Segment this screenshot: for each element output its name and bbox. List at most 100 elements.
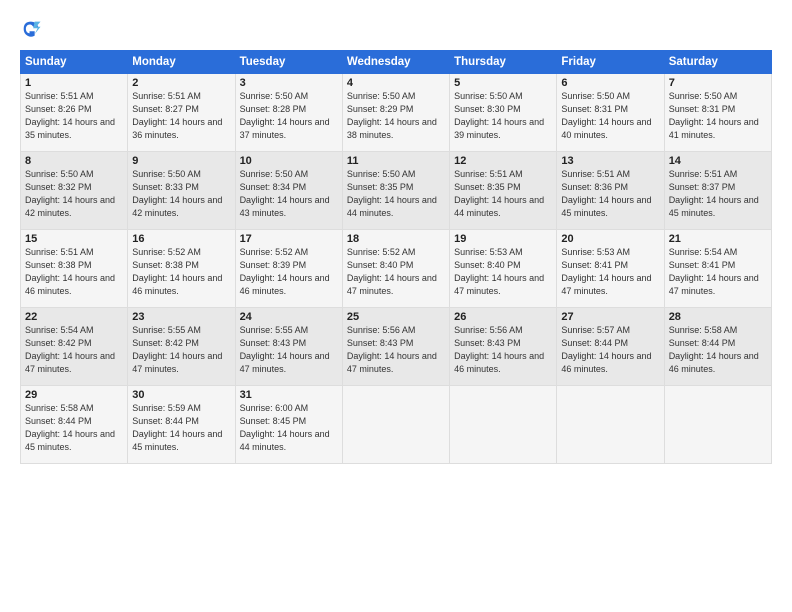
calendar-cell: 24Sunrise: 5:55 AMSunset: 8:43 PMDayligh… [235,308,342,386]
cell-details: Sunrise: 5:51 AMSunset: 8:38 PMDaylight:… [25,246,123,298]
calendar-cell: 16Sunrise: 5:52 AMSunset: 8:38 PMDayligh… [128,230,235,308]
header-sunday: Sunday [21,51,128,74]
cell-details: Sunrise: 5:56 AMSunset: 8:43 PMDaylight:… [347,324,445,376]
header-monday: Monday [128,51,235,74]
header [20,18,772,40]
day-number: 11 [347,155,445,167]
cell-details: Sunrise: 6:00 AMSunset: 8:45 PMDaylight:… [240,402,338,454]
header-saturday: Saturday [664,51,771,74]
day-number: 5 [454,77,552,89]
header-friday: Friday [557,51,664,74]
calendar-cell: 9Sunrise: 5:50 AMSunset: 8:33 PMDaylight… [128,152,235,230]
day-number: 28 [669,311,767,323]
calendar-cell: 11Sunrise: 5:50 AMSunset: 8:35 PMDayligh… [342,152,449,230]
calendar-cell: 2Sunrise: 5:51 AMSunset: 8:27 PMDaylight… [128,74,235,152]
cell-details: Sunrise: 5:51 AMSunset: 8:26 PMDaylight:… [25,90,123,142]
cell-details: Sunrise: 5:56 AMSunset: 8:43 PMDaylight:… [454,324,552,376]
cell-details: Sunrise: 5:52 AMSunset: 8:39 PMDaylight:… [240,246,338,298]
cell-details: Sunrise: 5:53 AMSunset: 8:41 PMDaylight:… [561,246,659,298]
day-number: 25 [347,311,445,323]
calendar-cell [664,386,771,464]
calendar-cell: 23Sunrise: 5:55 AMSunset: 8:42 PMDayligh… [128,308,235,386]
day-number: 7 [669,77,767,89]
cell-details: Sunrise: 5:51 AMSunset: 8:27 PMDaylight:… [132,90,230,142]
day-number: 3 [240,77,338,89]
cell-details: Sunrise: 5:50 AMSunset: 8:31 PMDaylight:… [561,90,659,142]
cell-details: Sunrise: 5:50 AMSunset: 8:28 PMDaylight:… [240,90,338,142]
calendar-cell: 28Sunrise: 5:58 AMSunset: 8:44 PMDayligh… [664,308,771,386]
cell-details: Sunrise: 5:52 AMSunset: 8:38 PMDaylight:… [132,246,230,298]
calendar-cell: 8Sunrise: 5:50 AMSunset: 8:32 PMDaylight… [21,152,128,230]
day-number: 27 [561,311,659,323]
cell-details: Sunrise: 5:54 AMSunset: 8:41 PMDaylight:… [669,246,767,298]
day-number: 1 [25,77,123,89]
header-wednesday: Wednesday [342,51,449,74]
header-thursday: Thursday [450,51,557,74]
day-number: 23 [132,311,230,323]
calendar-page: SundayMondayTuesdayWednesdayThursdayFrid… [0,0,792,612]
day-number: 15 [25,233,123,245]
calendar-cell: 19Sunrise: 5:53 AMSunset: 8:40 PMDayligh… [450,230,557,308]
cell-details: Sunrise: 5:58 AMSunset: 8:44 PMDaylight:… [25,402,123,454]
calendar-cell: 20Sunrise: 5:53 AMSunset: 8:41 PMDayligh… [557,230,664,308]
calendar-cell: 18Sunrise: 5:52 AMSunset: 8:40 PMDayligh… [342,230,449,308]
calendar-body: 1Sunrise: 5:51 AMSunset: 8:26 PMDaylight… [21,74,772,464]
day-number: 13 [561,155,659,167]
logo [20,18,46,40]
day-number: 29 [25,389,123,401]
cell-details: Sunrise: 5:51 AMSunset: 8:36 PMDaylight:… [561,168,659,220]
calendar-header: SundayMondayTuesdayWednesdayThursdayFrid… [21,51,772,74]
calendar-cell: 3Sunrise: 5:50 AMSunset: 8:28 PMDaylight… [235,74,342,152]
day-number: 9 [132,155,230,167]
calendar-cell: 14Sunrise: 5:51 AMSunset: 8:37 PMDayligh… [664,152,771,230]
cell-details: Sunrise: 5:55 AMSunset: 8:43 PMDaylight:… [240,324,338,376]
cell-details: Sunrise: 5:50 AMSunset: 8:29 PMDaylight:… [347,90,445,142]
calendar-cell: 22Sunrise: 5:54 AMSunset: 8:42 PMDayligh… [21,308,128,386]
calendar-cell: 27Sunrise: 5:57 AMSunset: 8:44 PMDayligh… [557,308,664,386]
calendar-cell [342,386,449,464]
day-number: 26 [454,311,552,323]
day-number: 10 [240,155,338,167]
day-number: 20 [561,233,659,245]
day-number: 12 [454,155,552,167]
cell-details: Sunrise: 5:50 AMSunset: 8:31 PMDaylight:… [669,90,767,142]
day-number: 8 [25,155,123,167]
day-number: 24 [240,311,338,323]
day-number: 22 [25,311,123,323]
calendar-cell [557,386,664,464]
week-row-4: 22Sunrise: 5:54 AMSunset: 8:42 PMDayligh… [21,308,772,386]
week-row-5: 29Sunrise: 5:58 AMSunset: 8:44 PMDayligh… [21,386,772,464]
calendar-cell: 17Sunrise: 5:52 AMSunset: 8:39 PMDayligh… [235,230,342,308]
cell-details: Sunrise: 5:57 AMSunset: 8:44 PMDaylight:… [561,324,659,376]
calendar-cell: 26Sunrise: 5:56 AMSunset: 8:43 PMDayligh… [450,308,557,386]
day-number: 19 [454,233,552,245]
cell-details: Sunrise: 5:50 AMSunset: 8:32 PMDaylight:… [25,168,123,220]
calendar-cell [450,386,557,464]
day-number: 30 [132,389,230,401]
cell-details: Sunrise: 5:54 AMSunset: 8:42 PMDaylight:… [25,324,123,376]
day-number: 2 [132,77,230,89]
calendar-cell: 7Sunrise: 5:50 AMSunset: 8:31 PMDaylight… [664,74,771,152]
cell-details: Sunrise: 5:53 AMSunset: 8:40 PMDaylight:… [454,246,552,298]
cell-details: Sunrise: 5:52 AMSunset: 8:40 PMDaylight:… [347,246,445,298]
calendar-cell: 6Sunrise: 5:50 AMSunset: 8:31 PMDaylight… [557,74,664,152]
cell-details: Sunrise: 5:50 AMSunset: 8:30 PMDaylight:… [454,90,552,142]
header-row: SundayMondayTuesdayWednesdayThursdayFrid… [21,51,772,74]
calendar-cell: 30Sunrise: 5:59 AMSunset: 8:44 PMDayligh… [128,386,235,464]
week-row-1: 1Sunrise: 5:51 AMSunset: 8:26 PMDaylight… [21,74,772,152]
logo-icon [20,18,42,40]
calendar-table: SundayMondayTuesdayWednesdayThursdayFrid… [20,50,772,464]
day-number: 4 [347,77,445,89]
day-number: 14 [669,155,767,167]
calendar-cell: 4Sunrise: 5:50 AMSunset: 8:29 PMDaylight… [342,74,449,152]
cell-details: Sunrise: 5:55 AMSunset: 8:42 PMDaylight:… [132,324,230,376]
cell-details: Sunrise: 5:58 AMSunset: 8:44 PMDaylight:… [669,324,767,376]
calendar-cell: 31Sunrise: 6:00 AMSunset: 8:45 PMDayligh… [235,386,342,464]
header-tuesday: Tuesday [235,51,342,74]
cell-details: Sunrise: 5:51 AMSunset: 8:37 PMDaylight:… [669,168,767,220]
cell-details: Sunrise: 5:50 AMSunset: 8:35 PMDaylight:… [347,168,445,220]
week-row-3: 15Sunrise: 5:51 AMSunset: 8:38 PMDayligh… [21,230,772,308]
day-number: 18 [347,233,445,245]
calendar-cell: 21Sunrise: 5:54 AMSunset: 8:41 PMDayligh… [664,230,771,308]
cell-details: Sunrise: 5:50 AMSunset: 8:34 PMDaylight:… [240,168,338,220]
